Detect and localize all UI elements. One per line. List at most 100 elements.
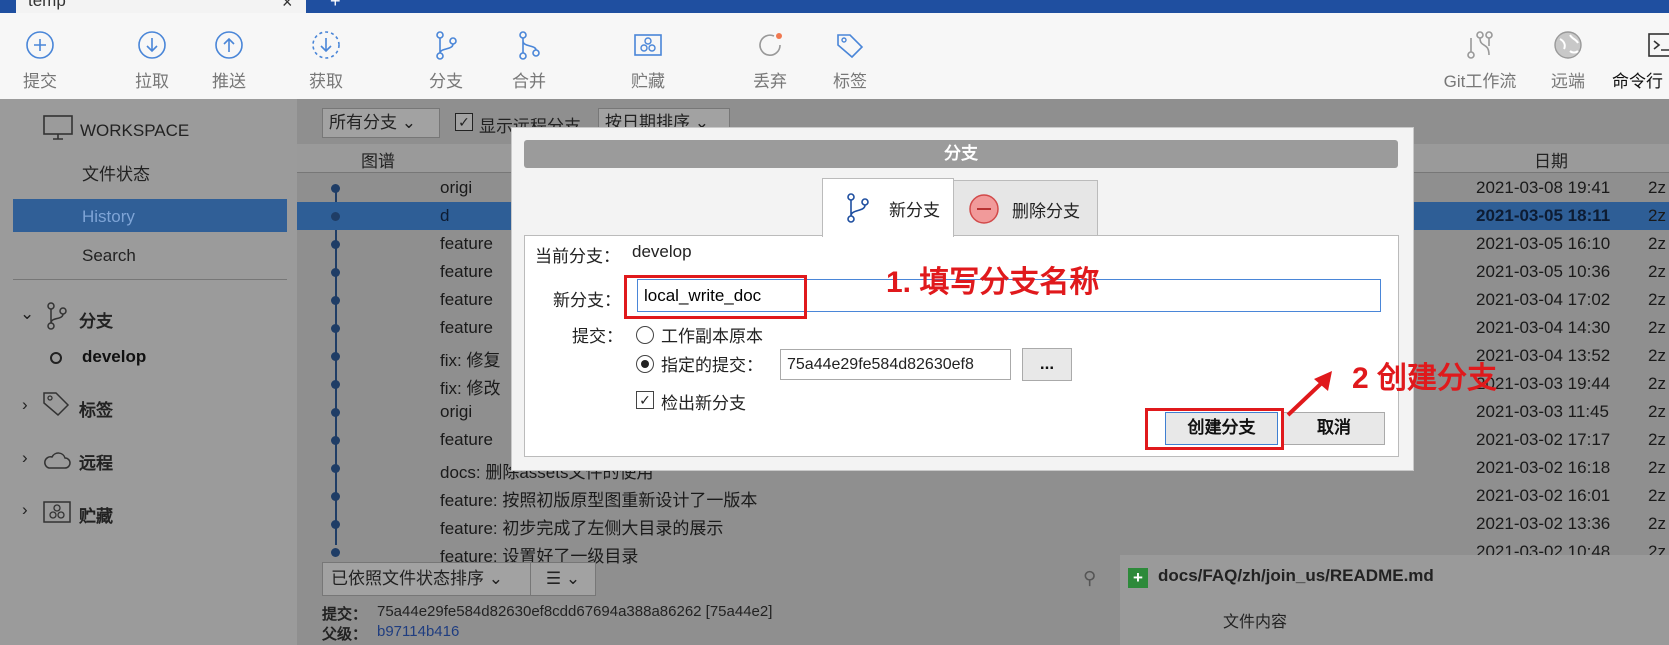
merge-button[interactable]: 合并: [497, 29, 561, 92]
graph-node: [331, 268, 340, 277]
history-row-message[interactable]: feature: [440, 318, 493, 338]
graph-node: [331, 212, 340, 221]
tag-label: 标签: [833, 72, 867, 91]
parent-link[interactable]: b97114b416: [377, 623, 459, 640]
history-row-date: 2021-03-05 10:36: [1476, 262, 1611, 281]
branch-filter-select[interactable]: 所有分支 ⌄: [322, 108, 440, 138]
stash-icon: [43, 501, 71, 523]
cloud-icon: [44, 452, 71, 469]
branch-icon: [436, 31, 457, 60]
stash-heading[interactable]: 贮藏: [79, 502, 113, 527]
git-flow-label: Git工作流: [1443, 72, 1517, 91]
tab-new-branch-label: 新分支: [889, 201, 940, 220]
stash-button[interactable]: 贮藏: [616, 29, 680, 92]
branch-icon: [847, 193, 869, 223]
branch-button[interactable]: 分支: [414, 29, 478, 92]
pull-button[interactable]: 拉取: [120, 29, 184, 92]
merge-icon: [519, 31, 540, 60]
discard-button[interactable]: 丢弃: [738, 29, 802, 92]
remotes-chevron-icon[interactable]: ›: [22, 448, 28, 468]
history-row-message[interactable]: fix: 修复: [440, 346, 500, 371]
terminal-button[interactable]: 命令行: [1612, 29, 1669, 92]
history-row-message[interactable]: feature: [440, 430, 493, 450]
commit-info-label: 提交：: [322, 606, 368, 623]
commit-label: 提交：: [572, 327, 623, 346]
new-branch-label: 新分支：: [553, 291, 621, 310]
history-row-extra: 2z: [1648, 430, 1666, 449]
pull-label: 拉取: [135, 72, 169, 91]
history-row-date: 2021-03-08 19:41: [1476, 178, 1611, 197]
history-row-message[interactable]: feature: [440, 290, 493, 310]
remote-label: 远端: [1551, 72, 1585, 91]
tab-new-branch[interactable]: 新分支: [822, 178, 954, 237]
annotation-box-branch-name: [624, 275, 807, 319]
radio-working-copy-label: 工作副本原本: [661, 327, 763, 346]
sidebar-item-file-status[interactable]: 文件状态: [82, 160, 150, 185]
remote-button[interactable]: 远端: [1536, 29, 1600, 92]
history-row-message[interactable]: feature: [440, 234, 493, 254]
current-branch-icon: [50, 352, 62, 364]
history-row-message[interactable]: feature: 初步完成了左侧大目录的展示: [440, 514, 723, 539]
commit-button[interactable]: 提交: [8, 29, 72, 92]
tab-delete-branch[interactable]: 删除分支: [953, 180, 1098, 236]
graph-node: [331, 436, 340, 445]
history-row-message[interactable]: origi: [440, 178, 472, 198]
specified-commit-input[interactable]: [780, 349, 1011, 380]
push-button[interactable]: 推送: [197, 29, 261, 92]
tags-heading[interactable]: 标签: [79, 396, 113, 421]
branch-icon: [47, 302, 67, 330]
branches-heading[interactable]: 分支: [79, 307, 113, 332]
radio-working-copy[interactable]: [636, 326, 654, 344]
git-flow-button[interactable]: Git工作流: [1430, 29, 1530, 92]
history-row-date: 2021-03-02 16:01: [1476, 486, 1611, 505]
tab-add-icon[interactable]: +: [330, 0, 341, 12]
terminal-icon: [1648, 33, 1669, 57]
history-row-date: 2021-03-02 13:36: [1476, 514, 1611, 533]
history-row-extra: 2z: [1648, 486, 1666, 505]
history-row-extra: 2z: [1648, 206, 1666, 225]
radio-specified-label: 指定的提交：: [661, 356, 763, 375]
browse-commit-button[interactable]: ...: [1022, 348, 1072, 381]
radio-specified-commit[interactable]: [636, 355, 654, 373]
view-mode-select[interactable]: ☰ ⌄: [530, 562, 596, 596]
branch-label: 分支: [429, 72, 463, 91]
branches-chevron-icon[interactable]: ⌄: [20, 304, 34, 324]
date-column-header: 日期: [1534, 152, 1568, 171]
history-row-date: 2021-03-02 16:18: [1476, 458, 1611, 477]
workspace-heading: WORKSPACE: [80, 121, 190, 140]
sidebar-item-history[interactable]: [13, 199, 287, 232]
tag-icon: [837, 34, 864, 59]
fetch-button[interactable]: 获取: [294, 29, 358, 92]
tab-close-icon[interactable]: ×: [282, 0, 293, 13]
repo-tab-label: temp: [28, 0, 66, 10]
sidebar-branch-develop[interactable]: develop: [82, 347, 146, 367]
file-sort-select[interactable]: 已依照文件状态排序 ⌄: [322, 562, 532, 596]
graph-node: [331, 520, 340, 529]
tag-button[interactable]: 标签: [818, 29, 882, 92]
graph-line: [335, 185, 337, 545]
annotation-step2: 2 创建分支: [1352, 362, 1498, 395]
graph-node: [331, 408, 340, 417]
history-row-extra: 2z: [1648, 374, 1666, 393]
fetch-icon: [312, 31, 340, 59]
history-row-message[interactable]: feature: 按照初版原型图重新设计了一版本: [440, 486, 757, 511]
branch-filter-value: 所有分支: [329, 113, 397, 132]
history-row-message[interactable]: d: [440, 206, 449, 226]
tags-chevron-icon[interactable]: ›: [22, 395, 28, 415]
remotes-heading[interactable]: 远程: [79, 449, 113, 474]
discard-label: 丢弃: [753, 72, 787, 91]
show-remote-checkbox[interactable]: ✓: [455, 113, 473, 131]
history-row-extra: 2z: [1648, 318, 1666, 337]
history-row-date: 2021-03-03 11:45: [1476, 402, 1609, 421]
annotation-step1: 1. 填写分支名称: [886, 266, 1100, 299]
history-row-message[interactable]: fix: 修改: [440, 374, 500, 399]
history-row-message[interactable]: origi: [440, 402, 472, 422]
stash-chevron-icon[interactable]: ›: [22, 500, 28, 520]
push-label: 推送: [212, 72, 246, 91]
added-file-icon: +: [1128, 568, 1148, 588]
sidebar-item-search[interactable]: Search: [82, 246, 136, 266]
search-icon[interactable]: ⚲: [1083, 568, 1096, 589]
history-row-message[interactable]: feature: [440, 262, 493, 282]
checkout-checkbox[interactable]: ✓: [636, 391, 654, 409]
file-content-header: 文件内容: [1223, 614, 1288, 631]
